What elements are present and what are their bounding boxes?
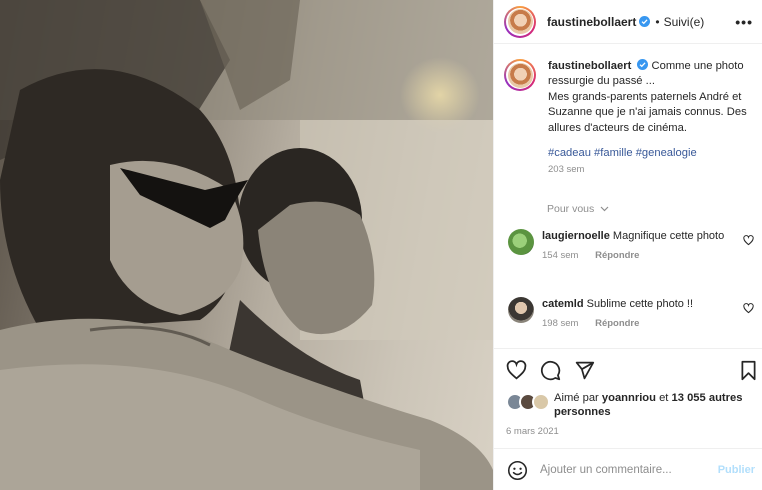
caption-text: faustinebollaert Comme une photo ressurg…	[548, 59, 756, 136]
comment-time: 198 sem	[542, 318, 579, 329]
caption-timestamp: 203 sem	[548, 164, 585, 176]
caption-hashtags[interactable]: #cadeau #famille #genealogie	[548, 147, 756, 159]
add-comment-bar: Publier	[494, 448, 762, 490]
likes-prefix: Aimé par	[554, 392, 599, 404]
post-caption: faustinebollaert Comme une photo ressurg…	[504, 59, 756, 175]
photo-illustration	[0, 0, 493, 490]
likes-summary[interactable]: Aimé par yoannriou et 13 055 autres pers…	[506, 391, 756, 419]
caption-avatar[interactable]	[504, 59, 536, 91]
post-photo[interactable]	[0, 0, 493, 490]
comment-input[interactable]	[540, 460, 710, 480]
for-you-label: Pour vous	[547, 203, 595, 215]
more-options-icon[interactable]: •••	[735, 14, 753, 30]
caption-username[interactable]: faustinebollaert	[548, 60, 631, 72]
following-button[interactable]: Suivi(e)	[664, 15, 705, 29]
publish-button[interactable]: Publier	[718, 464, 755, 476]
post-date: 6 mars 2021	[506, 426, 559, 437]
comment-item: laugiernoelle Magnifique cette photo 154…	[508, 229, 758, 261]
emoji-icon[interactable]	[507, 460, 528, 481]
bookmark-icon[interactable]	[738, 360, 759, 381]
post-action-bar	[494, 348, 762, 388]
commenter-avatar[interactable]	[508, 297, 534, 323]
caption-line-2: Mes grands-parents paternels André et Su…	[548, 90, 747, 134]
post-side-panel: faustinebollaert • Suivi(e) ••• faustine…	[493, 0, 762, 490]
heart-icon[interactable]	[743, 235, 754, 246]
reply-button[interactable]: Répondre	[595, 318, 639, 329]
comment-time: 154 sem	[542, 250, 579, 261]
likes-conjunction: et	[659, 392, 669, 404]
verified-badge-icon	[639, 16, 651, 27]
for-you-toggle[interactable]: Pour vous	[547, 203, 609, 215]
author-username[interactable]: faustinebollaert	[547, 15, 636, 29]
share-icon[interactable]	[574, 360, 595, 381]
liker-avatars	[506, 393, 552, 411]
liker-avatar	[532, 393, 550, 411]
chevron-down-icon	[600, 206, 609, 212]
liker-username[interactable]: yoannriou	[602, 392, 656, 404]
comment-icon[interactable]	[540, 360, 561, 381]
commenter-avatar[interactable]	[508, 229, 534, 255]
comment-item: catemld Sublime cette photo !! 198 sem R…	[508, 297, 758, 329]
comment-text: Magnifique cette photo	[612, 230, 725, 242]
post-header: faustinebollaert • Suivi(e) •••	[494, 0, 762, 44]
commenter-username[interactable]: laugiernoelle	[542, 230, 610, 242]
reply-button[interactable]: Répondre	[595, 250, 639, 261]
author-avatar[interactable]	[504, 5, 536, 38]
comment-text: Sublime cette photo !!	[586, 298, 694, 310]
verified-badge-icon	[637, 59, 649, 70]
heart-icon[interactable]	[743, 303, 754, 314]
header-separator: •	[655, 14, 660, 29]
commenter-username[interactable]: catemld	[542, 298, 584, 310]
heart-icon[interactable]	[506, 360, 527, 381]
